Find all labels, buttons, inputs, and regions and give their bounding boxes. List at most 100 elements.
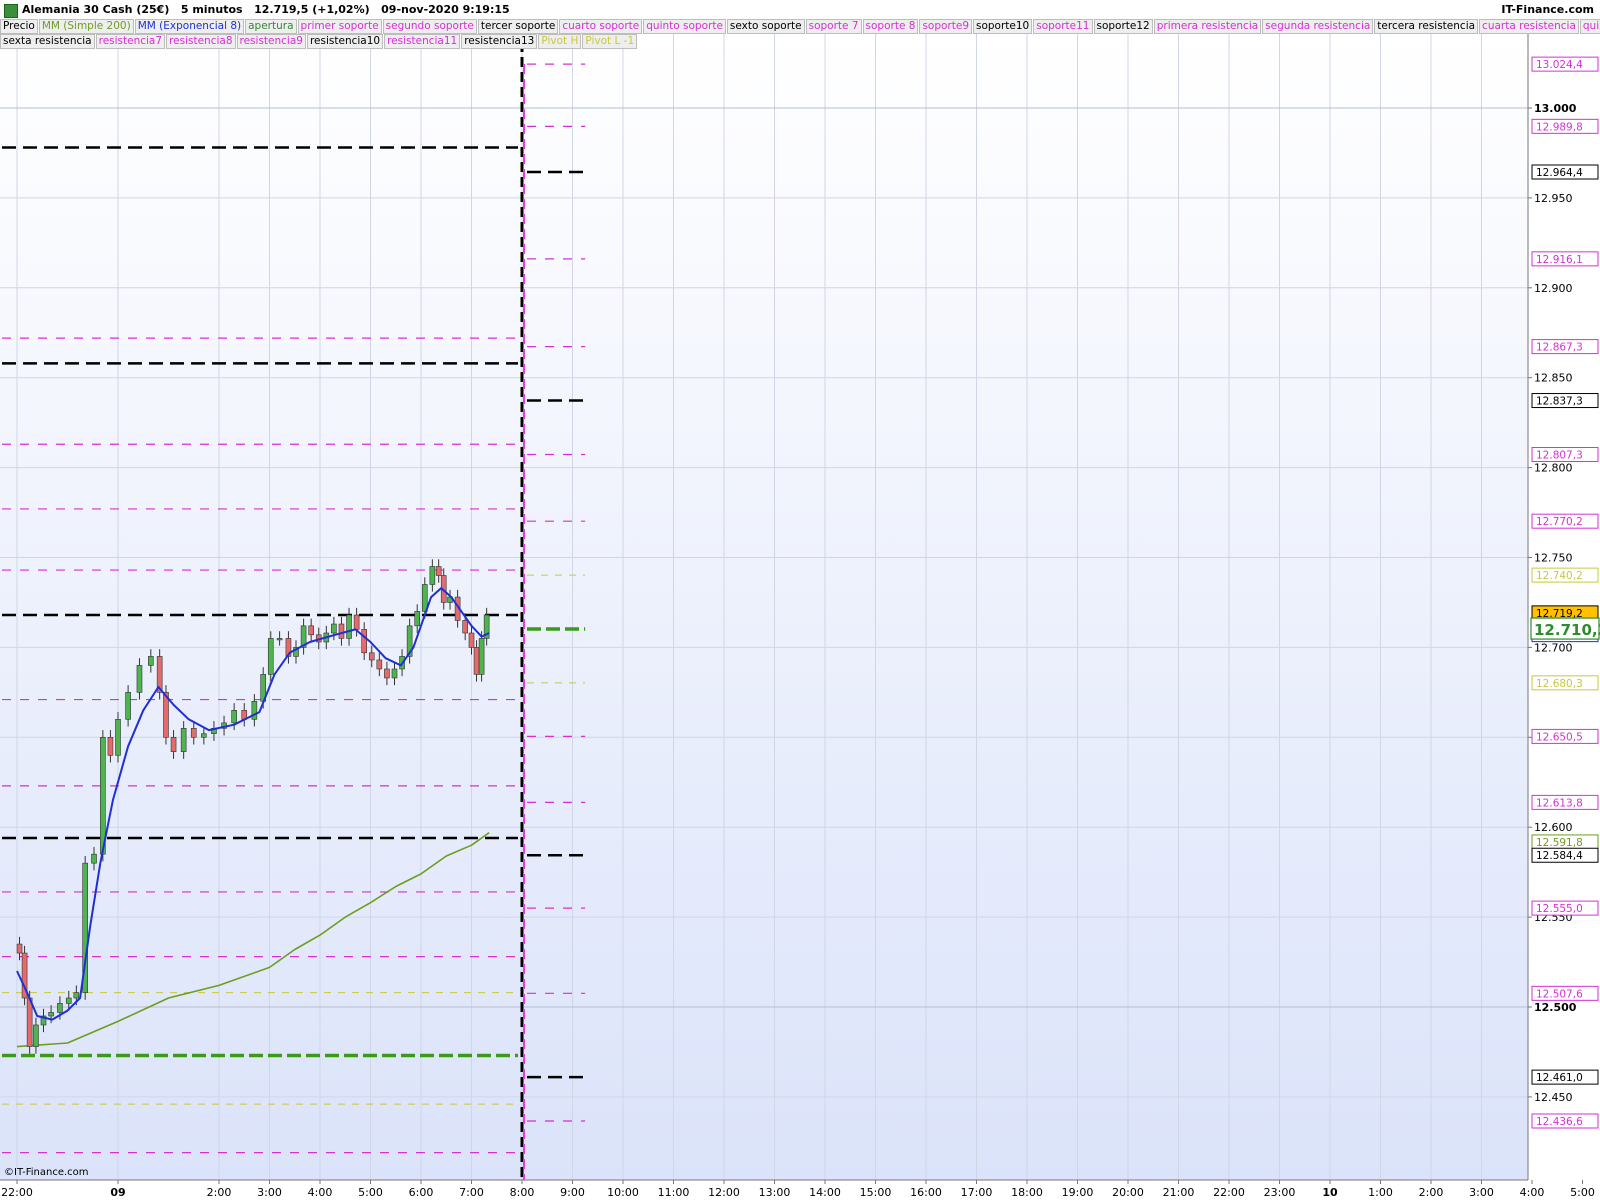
price-chart[interactable]: 13.000 12.950 12.900 12.850 12.800 12.750 12.7… [0,0,1600,1200]
price-tag-label: 12.650,5 [1536,731,1583,743]
legend-item[interactable]: Pivot L -1 [582,34,638,49]
price-tag-label: 12.461,0 [1536,1072,1583,1084]
candle-body [462,620,468,634]
time-axis[interactable]: 22:00 09 2:00 3:00 4:00 5:00 6:00 7:00 8:00 9:00 1… [0,1179,1600,1200]
legend-item[interactable]: primer soporte [297,19,382,34]
legend-item[interactable]: soporte 7 [805,19,862,34]
legend-item[interactable]: segunda resistencia [1262,19,1374,34]
candle-body [73,992,80,999]
legend-item[interactable]: MM (Exponencial 8) [134,19,245,34]
legend-item[interactable]: tercera resistencia [1374,19,1479,34]
time-tick-label: 11:00 [658,1186,690,1199]
candle-body [361,629,367,654]
time-tick-label: 3:00 [1469,1186,1494,1199]
candle-body [26,997,33,1047]
price-tag-label: 13.024,4 [1536,59,1583,71]
candle-body [267,638,274,675]
candle-body [384,668,390,679]
legend-item[interactable]: resistencia7 [95,34,166,49]
price-tag-label: 12.555,0 [1536,903,1583,915]
legend-item[interactable]: Precio [0,19,38,34]
time-tick-label: 09 [110,1186,125,1199]
candle-body [65,997,72,1004]
candle-body [468,632,475,648]
candle-body [201,733,207,738]
legend-item[interactable]: soporte10 [973,19,1033,34]
legend-item[interactable]: soporte 8 [862,19,919,34]
time-tick-label: 10 [1322,1186,1338,1199]
time-tick-label: 2:00 [1419,1186,1444,1199]
price-tag-label: 12.591,8 [1536,837,1583,849]
price-tag-label: 12.916,1 [1536,254,1583,266]
candle-body [57,1003,63,1013]
candle-body [170,736,177,752]
candle-body [429,566,436,585]
candle-body [33,1024,39,1047]
time-tick-label: 10:00 [607,1186,639,1199]
candle-body [180,728,187,752]
legend-item[interactable]: quinto soporte [643,19,726,34]
candle-body [125,692,131,720]
time-tick-label: 16:00 [910,1186,942,1199]
candle-body [16,943,23,954]
candle-body [331,623,337,634]
legend-item[interactable]: quinta resistencia [1579,19,1600,34]
legend-item[interactable]: Pivot H [538,34,582,49]
price-tag-label: 12.964,4 [1536,167,1583,179]
time-tick-label: 4:00 [308,1186,333,1199]
candle-body [414,611,421,627]
legend-item[interactable]: apertura [245,19,297,34]
legend-item[interactable]: soporte9 [919,19,972,34]
legend-item[interactable]: primera resistencia [1153,19,1262,34]
legend-item[interactable]: cuarto soporte [559,19,643,34]
legend-item[interactable]: sexta resistencia [0,34,95,49]
price-tag-label: 12.740,2 [1536,570,1583,582]
candle-body [115,719,121,756]
time-tick-label: 2:00 [207,1186,232,1199]
price-tick-label: 12.950 [1534,192,1573,205]
candle-body [190,728,197,738]
candle-body [478,638,485,675]
price-tick-label: 12.850 [1534,372,1573,385]
price-tag-label: 12.837,3 [1536,396,1583,408]
legend-item[interactable]: tercer soporte [477,19,559,34]
time-tick-label: 3:00 [257,1186,282,1199]
time-tick-label: 23:00 [1264,1186,1296,1199]
candle-body [473,647,480,675]
legend-item[interactable]: cuarta resistencia [1479,19,1579,34]
candle-body [391,668,398,679]
legend-item[interactable]: resistencia11 [384,34,461,49]
candle-body [308,625,314,636]
legend-item[interactable]: soporte11 [1033,19,1093,34]
legend-item[interactable]: resistencia13 [461,34,538,49]
time-axis-bg [0,1180,1600,1200]
time-tick-label: 15:00 [860,1186,892,1199]
legend-item[interactable]: MM (Simple 200) [38,19,134,34]
time-tick-label: 1:00 [1368,1186,1393,1199]
legend-item[interactable]: resistencia8 [166,34,236,49]
price-tick-label: 12.450 [1534,1091,1573,1104]
price-tick-label: 12.800 [1534,462,1573,475]
current-price-label: 12.710,2 [1534,621,1600,639]
legend-item[interactable]: soporte12 [1093,19,1153,34]
candle-body [338,623,345,639]
price-tick-label: 12.900 [1534,282,1573,295]
price-axis[interactable]: 13.000 12.950 12.900 12.850 12.800 12.750 12.7… [1527,34,1600,1180]
candle-body [376,659,383,670]
price-tick-label: 13.000 [1534,102,1577,115]
time-tick-label: 9:00 [560,1186,585,1199]
candle-body [251,701,258,720]
legend-item[interactable]: sexto soporte [726,19,805,34]
legend-item[interactable]: resistencia9 [236,34,306,49]
legend-item[interactable]: resistencia10 [306,34,384,49]
candle-body [353,614,360,630]
legend-item[interactable]: segundo soporte [382,19,477,34]
price-tick-label: 12.750 [1534,552,1573,565]
time-tick-label: 6:00 [409,1186,434,1199]
time-tick-label: 14:00 [809,1186,841,1199]
time-tick-label: 12:00 [708,1186,740,1199]
price-tag-label: 12.436,6 [1536,1116,1583,1128]
time-tick-label: 22:00 [1213,1186,1245,1199]
price-tag-label: 12.770,2 [1536,516,1583,528]
candle-body [48,1012,54,1017]
